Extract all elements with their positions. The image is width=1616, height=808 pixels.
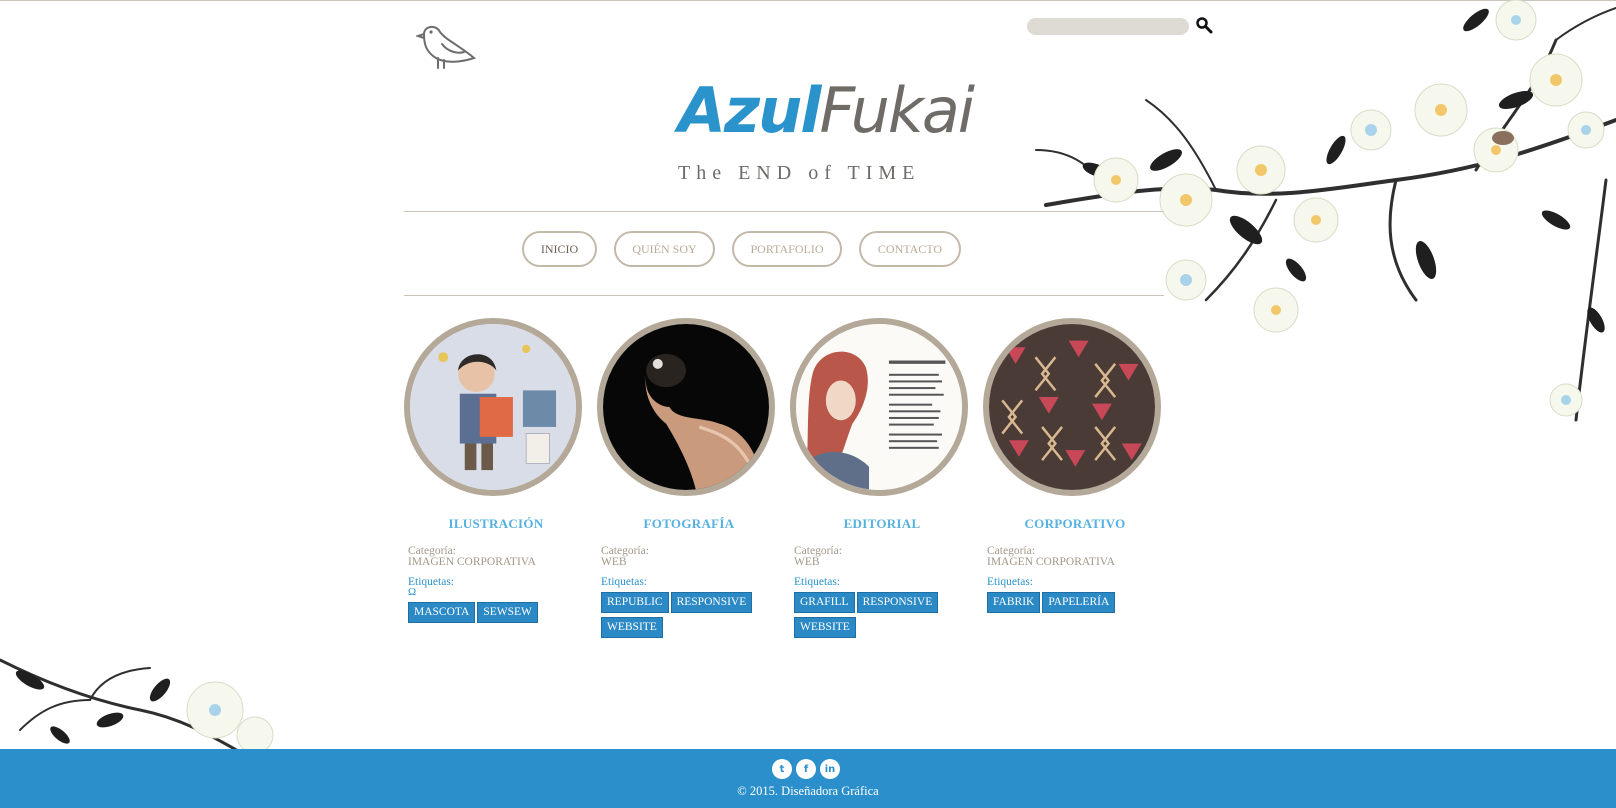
tag-responsive[interactable]: RESPONSIVE	[856, 592, 939, 613]
copyright-text: © 2015. Diseñadora Gráfica	[737, 784, 879, 798]
tag-list: REPUBLIC RESPONSIVE WEBSITE	[601, 592, 791, 642]
category-value: WEB	[601, 556, 627, 568]
tag-mascota[interactable]: MASCOTA	[408, 602, 476, 623]
tag-responsive[interactable]: RESPONSIVE	[670, 592, 753, 613]
category-value: WEB	[794, 556, 820, 568]
portfolio-thumbnail-fotografia[interactable]	[597, 318, 775, 496]
nav-contacto[interactable]: CONTACTO	[859, 231, 961, 267]
tag-list: FABRIK PAPELERÍA	[987, 592, 1177, 617]
tag-grafill[interactable]: GRAFILL	[794, 592, 855, 613]
site-logo[interactable]: AzulFukai The END of TIME	[678, 80, 975, 190]
portfolio-thumbnail-editorial[interactable]	[790, 318, 968, 496]
portfolio-card-ilustracion: ILUSTRACIÓN Categoría: IMAGEN CORPORATIV…	[404, 318, 590, 623]
illustration-image	[410, 324, 576, 490]
search-input[interactable]	[1027, 17, 1189, 35]
portfolio-card-fotografia: FOTOGRAFÍA Categoría: WEB Etiquetas: REP…	[597, 318, 783, 638]
photo-image	[603, 324, 769, 490]
tag-website[interactable]: WEBSITE	[601, 617, 663, 638]
logo-wordmark: AzulFukai	[678, 80, 975, 142]
facebook-icon[interactable]: f	[796, 759, 816, 779]
bird-icon[interactable]	[416, 22, 480, 72]
divider-top	[404, 211, 1164, 212]
flower-branch-decoration-left	[0, 658, 274, 752]
category-value: IMAGEN CORPORATIVA	[987, 556, 1115, 568]
portfolio-thumbnail-corporativo[interactable]	[983, 318, 1161, 496]
portfolio-card-editorial: EDITORIAL Categoría: WEB Etiquetas: GRAF…	[790, 318, 976, 638]
logo-tagline: The END of TIME	[678, 162, 921, 184]
tags-label: Etiquetas:	[601, 576, 647, 588]
tag-papeleria[interactable]: PAPELERÍA	[1042, 592, 1116, 613]
tag-extra-link[interactable]: Ω	[408, 586, 416, 598]
card-title[interactable]: ILUSTRACIÓN	[404, 516, 588, 532]
tag-fabrik[interactable]: FABRIK	[987, 592, 1041, 613]
tag-republic[interactable]: REPUBLIC	[601, 592, 669, 613]
pattern-image	[989, 324, 1155, 490]
tags-label: Etiquetas:	[794, 576, 840, 588]
tags-label: Etiquetas:	[987, 576, 1033, 588]
tag-list: MASCOTA SEWSEW	[408, 602, 598, 627]
logo-part-fukai: Fukai	[819, 74, 975, 147]
portfolio-card-corporativo: CORPORATIVO Categoría: IMAGEN CORPORATIV…	[983, 318, 1169, 613]
search-icon[interactable]	[1195, 16, 1215, 36]
search-bar	[1027, 17, 1213, 35]
nav-quien-soy[interactable]: QUIÉN SOY	[614, 231, 715, 267]
card-title[interactable]: FOTOGRAFÍA	[597, 516, 781, 532]
social-links: t f in	[772, 759, 840, 779]
logo-part-azul: Azul	[678, 74, 821, 147]
category-value: IMAGEN CORPORATIVA	[408, 556, 536, 568]
card-title[interactable]: EDITORIAL	[790, 516, 974, 532]
top-border	[0, 0, 1616, 1]
tag-sewsew[interactable]: SEWSEW	[477, 602, 538, 623]
divider-bottom	[404, 295, 1164, 296]
editorial-image	[796, 324, 962, 490]
linkedin-icon[interactable]: in	[820, 759, 840, 779]
card-title[interactable]: CORPORATIVO	[983, 516, 1167, 532]
tag-website[interactable]: WEBSITE	[794, 617, 856, 638]
twitter-icon[interactable]: t	[772, 759, 792, 779]
nav-inicio[interactable]: INICIO	[522, 231, 597, 267]
site-footer: t f in © 2015. Diseñadora Gráfica	[0, 749, 1616, 808]
portfolio-thumbnail-ilustracion[interactable]	[404, 318, 582, 496]
main-nav: INICIO QUIÉN SOY PORTAFOLIO CONTACTO	[0, 231, 1616, 269]
tag-list: GRAFILL RESPONSIVEWEBSITE	[794, 592, 984, 642]
nav-portafolio[interactable]: PORTAFOLIO	[732, 231, 842, 267]
